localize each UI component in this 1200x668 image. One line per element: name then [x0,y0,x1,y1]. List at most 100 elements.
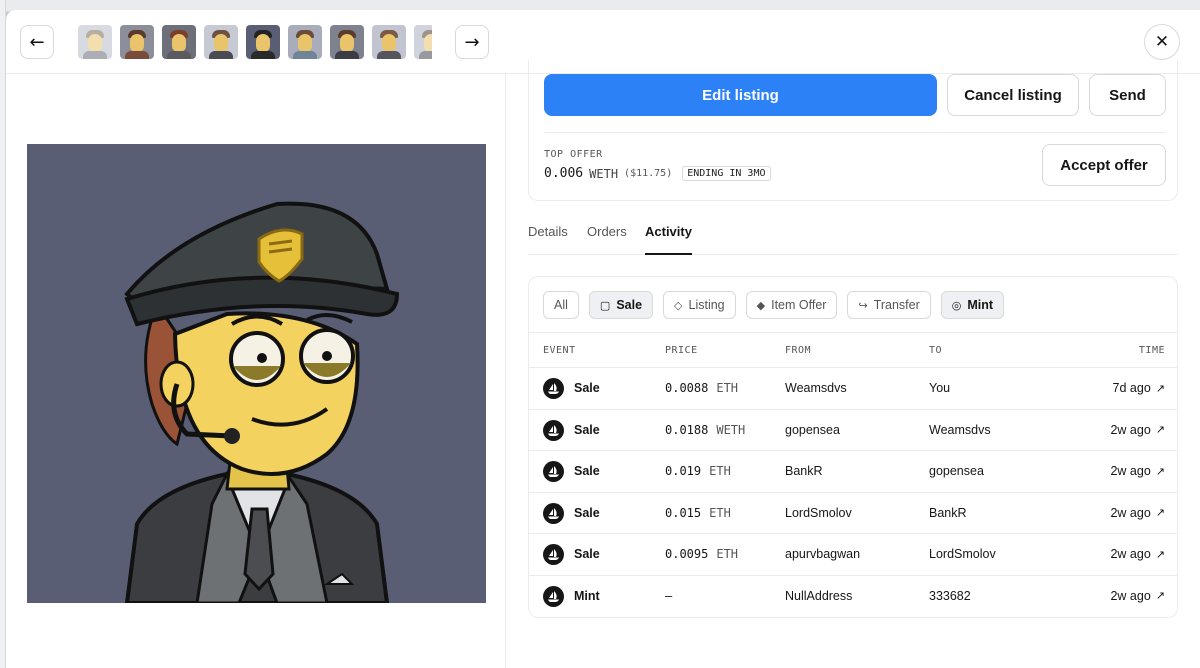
column-header-time: TIME [1138,345,1165,356]
police-cartoon-character-image [27,144,486,603]
event-price: 0.0188 WETH [665,423,745,437]
price-currency: ETH [709,505,731,520]
accept-offer-button[interactable]: Accept offer [1042,144,1166,186]
column-header-price: PRICE [665,345,698,356]
price-amount: – [665,588,673,603]
divider [544,132,1166,133]
event-from-link[interactable]: apurvbagwan [785,547,860,561]
cancel-listing-button[interactable]: Cancel listing [947,74,1079,116]
offer-icon: ◆ [756,298,766,312]
event-from-link[interactable]: BankR [785,464,823,478]
event-to-link[interactable]: gopensea [929,464,984,478]
opensea-icon [543,544,564,566]
top-offer-usd: ($11.75) [624,168,673,179]
external-link-icon: ↗ [1155,547,1165,561]
filter-chip-sale[interactable]: ▢ Sale [588,291,654,319]
event-type: Sale [574,464,600,479]
edit-listing-button[interactable]: Edit listing [544,74,937,116]
send-button[interactable]: Send [1089,74,1166,116]
price-amount: 0.0088 [665,381,709,395]
filter-chip-all[interactable]: All [543,291,579,319]
item-thumbnail[interactable] [78,25,112,59]
filter-chip-label: All [554,298,568,312]
top-offer-currency: WETH [589,166,619,181]
activity-table-header: EVENT PRICE FROM TO TIME [529,332,1177,368]
tab-activity[interactable]: Activity [645,224,692,255]
event-from-link[interactable]: NullAddress [785,589,852,603]
event-time-link[interactable]: 2w ago ↗ [1110,506,1165,520]
event-type: Sale [574,547,600,562]
price-currency: ETH [716,547,739,562]
event-to-link[interactable]: Weamsdvs [929,423,991,437]
tab-orders[interactable]: Orders [587,224,627,255]
item-thumbnail[interactable] [288,25,322,59]
table-row: Sale 0.019 ETH BankR gopensea 2w ago ↗ [529,451,1177,493]
item-thumbnail[interactable] [246,25,280,59]
filter-chip-transfer[interactable]: ↪ Transfer [847,291,931,319]
event-time: 2w ago [1110,588,1151,603]
arrow-left-icon: ← [29,31,45,53]
bag-icon: ▢ [599,298,611,312]
event-time-link[interactable]: 2w ago ↗ [1110,423,1165,437]
item-thumbnail[interactable] [120,25,154,59]
top-offer-label: TOP OFFER [544,149,603,160]
column-header-event: EVENT [543,345,576,356]
event-to-link[interactable]: BankR [929,506,967,520]
filter-chip-listing[interactable]: ◇ Listing [663,291,736,319]
event-time-link[interactable]: 2w ago ↗ [1110,464,1165,478]
top-offer-value: 0.006 WETH ($11.75) ENDING IN 3MO [544,166,771,181]
event-from-link[interactable]: Weamsdvs [785,381,847,395]
filter-chip-label: Item Offer [771,298,827,312]
price-currency: WETH [716,422,746,437]
tag-icon: ◇ [674,298,683,312]
table-row: Sale 0.0188 WETH gopensea Weamsdvs 2w ago ↗ [529,410,1177,452]
filter-chip-label: Sale [616,298,643,312]
event-to-link[interactable]: LordSmolov [929,547,996,561]
event-price: 0.0095 ETH [665,547,738,561]
event-price: 0.0088 ETH [665,381,738,395]
event-time-link[interactable]: 2w ago ↗ [1110,547,1165,561]
column-header-to: TO [929,345,943,356]
event-time-link[interactable]: 7d ago ↗ [1113,381,1165,395]
transfer-icon: ↪ [858,298,868,312]
event-from-link[interactable]: gopensea [785,423,840,437]
item-thumbnail[interactable] [162,25,196,59]
event-type: Sale [574,381,600,395]
external-link-icon: ↗ [1155,423,1165,437]
filter-chip-mint[interactable]: ◎ Mint [940,291,1005,319]
item-thumbnail[interactable] [372,25,406,59]
event-time: 2w ago [1110,422,1151,437]
price-currency: ETH [709,464,731,479]
price-amount: 0.019 [665,464,702,479]
filter-chip-label: Listing [688,298,725,312]
item-thumbnail[interactable] [414,25,432,59]
media-panel [6,74,506,668]
activity-panel: All ▢ Sale ◇ Listing ◆ Item Offer ↪ Transfer ◎ Min… [528,276,1178,618]
event-time: 7d ago [1112,381,1151,395]
external-link-icon: ↗ [1155,381,1165,395]
event-price: 0.015 ETH [665,506,731,520]
activity-filters: All ▢ Sale ◇ Listing ◆ Item Offer ↪ Transfer ◎ Min… [543,291,1005,319]
filter-chip-label: Mint [967,298,994,312]
event-time: 2w ago [1110,464,1151,479]
event-type: Mint [574,588,600,603]
price-amount: 0.015 [665,505,702,520]
item-thumbnail[interactable] [330,25,364,59]
previous-item-button[interactable]: ← [20,25,54,59]
table-row: Sale 0.015 ETH LordSmolov BankR 2w ago ↗ [529,493,1177,535]
price-amount: 0.0095 [665,547,709,562]
event-time-link[interactable]: 2w ago ↗ [1110,589,1165,603]
event-to-link[interactable]: You [929,381,950,395]
close-button[interactable]: ✕ [1144,24,1180,60]
next-item-button[interactable]: → [455,25,489,59]
event-from-link[interactable]: LordSmolov [785,506,852,520]
external-link-icon: ↗ [1155,506,1165,520]
event-to-link[interactable]: 333682 [929,589,971,603]
event-price: – [665,589,680,603]
column-header-from: FROM [785,345,812,356]
activity-table-body: Sale 0.0088 ETH Weamsdvs You 7d ago ↗ Sale 0.018… [529,368,1177,617]
filter-chip-item-offer[interactable]: ◆ Item Offer [745,291,838,319]
tab-details[interactable]: Details [528,224,568,255]
offer-ending-badge: ENDING IN 3MO [682,166,771,181]
item-thumbnail[interactable] [204,25,238,59]
